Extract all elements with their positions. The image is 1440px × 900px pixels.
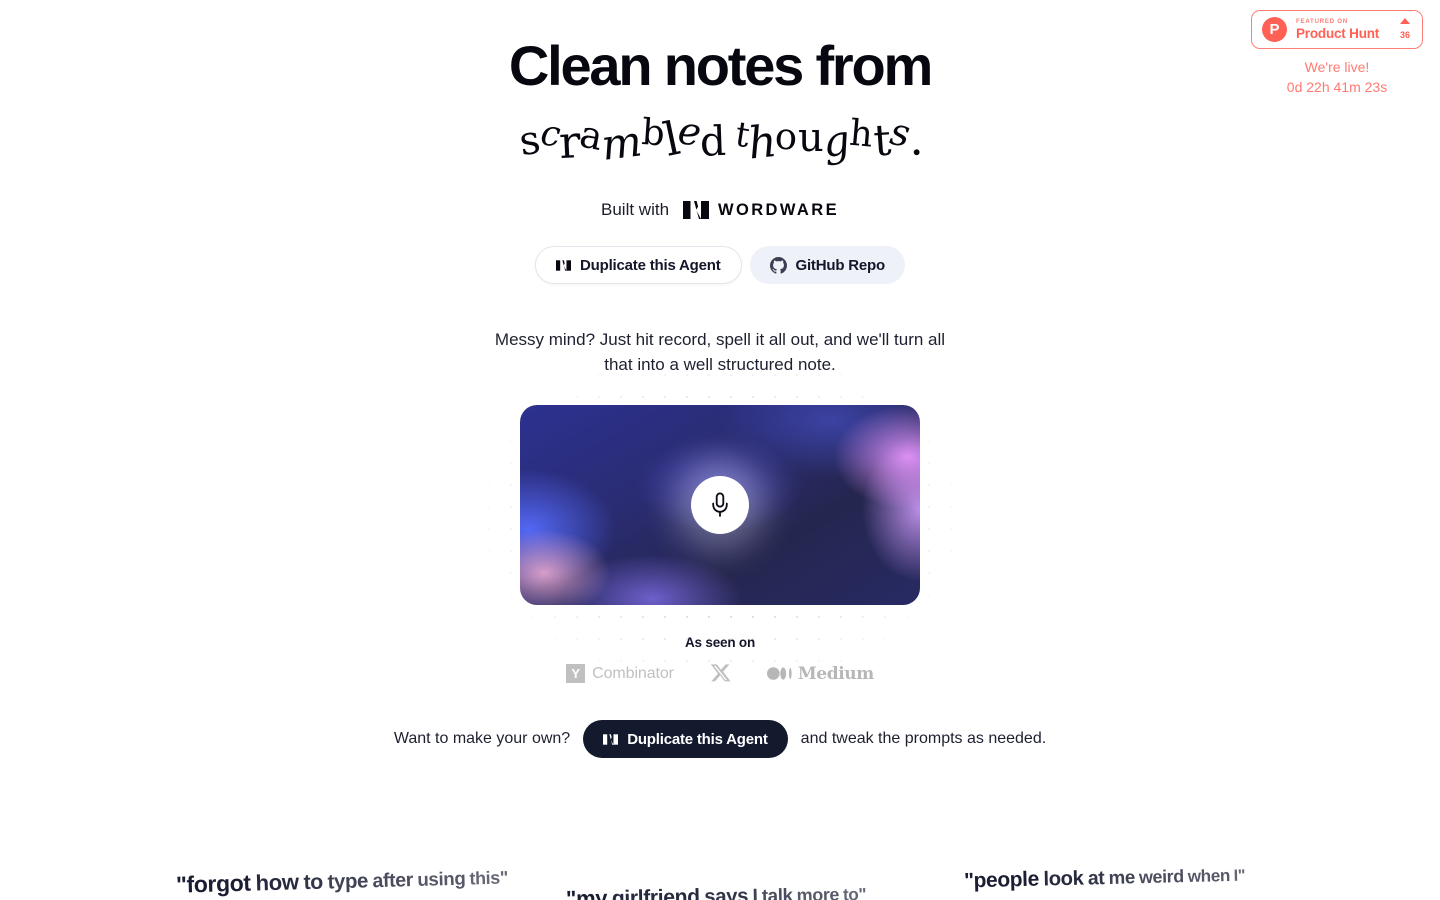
duplicate-agent-label: Duplicate this Agent [580,256,721,274]
wordware-wordmark: WORDWARE [718,200,839,219]
product-hunt-text: FEATURED ON Product Hunt [1296,17,1391,41]
record-button[interactable] [691,476,749,535]
scrambled-headline: scrambled thoughts. [515,108,925,171]
testimonial-word: girlfriend [611,885,700,900]
duplicate-agent-label-secondary: Duplicate this Agent [627,730,768,748]
make-your-own-trail: and tweak the prompts as needed. [800,730,1047,748]
upvote-caret-icon [1399,17,1410,24]
testimonial-word: look [1043,867,1084,891]
testimonial-card: "forgot how to type after using this" [176,861,513,900]
voice-recorder-card[interactable] [520,405,920,606]
page-title: Clean notes from [508,34,933,97]
as-seen-on-title: As seen on [684,635,756,651]
wordware-mark-icon [683,201,710,219]
testimonial-word: "forgot [175,869,251,898]
medium-logo: Medium [766,663,874,684]
testimonial-word: to" [842,883,867,900]
github-icon [769,256,787,274]
testimonial-card: "people look at me weird when I" [964,861,1249,895]
duplicate-agent-button[interactable]: Duplicate this Agent [535,246,742,284]
testimonial-word: "my [565,885,608,900]
product-hunt-widget: P FEATURED ON Product Hunt 36 We're live… [1242,10,1432,98]
testimonial-word: I [752,885,758,900]
testimonial-word: "people [963,867,1040,893]
testimonial-word: more [796,884,840,900]
testimonial-word: when [1187,864,1231,887]
duplicate-agent-button-secondary[interactable]: Duplicate this Agent [583,720,788,759]
product-hunt-vote-count: 36 [1399,29,1410,40]
testimonial-word: after [372,869,414,893]
testimonial-word: at [1087,867,1105,890]
wordware-mark-icon [556,259,572,271]
ycombinator-label: Combinator [592,664,674,682]
testimonial-word: says [704,885,749,900]
landing-page: P FEATURED ON Product Hunt 36 We're live… [0,0,1440,900]
product-hunt-icon: P [1262,17,1287,42]
hero-subtitle: Messy mind? Just hit record, spell it al… [494,330,946,374]
testimonial-word: weird [1138,866,1184,888]
testimonial-word: type [327,869,369,894]
medium-dots-icon [766,667,792,681]
as-seen-on-section: As seen on Y Combinator Medium [0,635,1440,684]
product-hunt-votes: 36 [1399,17,1410,42]
testimonial-word: me [1108,866,1136,888]
testimonial-word: using [416,867,466,890]
countdown-timer: 0d 22h 41m 23s [1286,79,1388,96]
make-your-own-lead: Want to make your own? [393,730,571,748]
product-hunt-name: Product Hunt [1296,25,1380,41]
hero-button-row: Duplicate this Agent GitHub Repo [0,246,1440,284]
product-hunt-kicker: FEATURED ON [1296,17,1348,25]
product-hunt-badge[interactable]: P FEATURED ON Product Hunt 36 [1251,10,1423,49]
built-with-label: Built with [601,200,670,219]
testimonial-card: "my girlfriend says Italk more to" [566,879,870,900]
testimonial-strip: "forgot how to type after using this" "my girlf… [0,840,1440,900]
medium-label: Medium [797,663,874,684]
wordware-mark-icon [603,734,619,745]
microphone-icon [712,492,728,518]
press-logo-row: Y Combinator Medium [0,663,1440,684]
github-repo-button[interactable]: GitHub Repo [749,246,905,284]
testimonial-word: to [303,869,324,895]
hero-section: Clean notes from scrambled thoughts. Bui… [0,0,1440,759]
make-your-own-row: Want to make your own? Duplicate this Ag… [0,720,1440,759]
github-repo-label: GitHub Repo [795,256,886,274]
testimonial-word: how [255,869,299,896]
ycombinator-logo: Y Combinator [566,664,674,684]
x-icon [710,664,731,682]
testimonial-word: this" [469,867,509,889]
built-with-row: Built with WORDWARE [0,200,1440,220]
ycombinator-mark-icon: Y [566,664,586,684]
testimonial-word: I" [1233,866,1246,885]
live-label: We're live! [1304,59,1370,75]
wordware-logo: WORDWARE [683,201,839,220]
testimonial-word: talk [761,884,793,900]
x-logo [710,663,731,684]
